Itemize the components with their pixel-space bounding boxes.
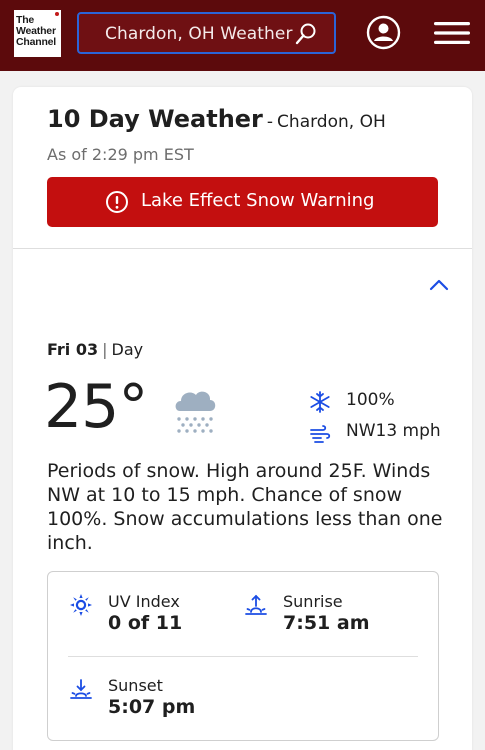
precip-chance-value: 100% — [346, 390, 395, 410]
day-date: Fri 03 — [47, 340, 99, 359]
wind-value: NW13 mph — [346, 421, 441, 441]
section-divider — [13, 248, 472, 249]
details-panel: UV Index 0 of 11 Sunrise 7:51 am Sunset … — [47, 571, 439, 741]
weather-channel-logo[interactable]: The Weather Channel — [13, 9, 62, 58]
sunset-icon — [70, 679, 92, 699]
day-period: Day — [111, 340, 144, 359]
uv-index-value: 0 of 11 — [108, 612, 183, 634]
top-nav-bar: The Weather Channel Chardon, OH Weather — [0, 0, 485, 71]
uv-sun-icon — [70, 594, 92, 616]
alert-label: Lake Effect Snow Warning — [141, 190, 375, 211]
ten-day-card: 10 Day Weather - Chardon, OH As of 2:29 pm… — [13, 87, 472, 750]
chevron-up-icon[interactable] — [428, 277, 450, 293]
page-location: Chardon, OH — [277, 112, 386, 132]
search-text: Chardon, OH Weather — [105, 24, 293, 44]
precip-chance: 100% — [309, 389, 459, 413]
sunrise-icon — [245, 594, 267, 615]
snow-cloud-icon — [175, 391, 216, 433]
hamburger-menu-icon[interactable] — [433, 20, 471, 46]
details-divider — [68, 656, 418, 657]
day-description: Periods of snow. High around 25F. Winds … — [47, 460, 443, 554]
search-icon[interactable] — [294, 22, 318, 46]
sunset-value: 5:07 pm — [108, 696, 196, 718]
page-title: 10 Day Weather - Chardon, OH — [47, 105, 386, 133]
logo-text: The Weather Channel — [16, 14, 57, 48]
sunrise-value: 7:51 am — [283, 612, 370, 634]
sunset-label: Sunset — [108, 676, 163, 695]
account-icon[interactable] — [366, 15, 401, 50]
alert-banner-button[interactable]: Lake Effect Snow Warning — [47, 177, 438, 227]
page-title-text: 10 Day Weather — [47, 105, 263, 133]
search-input[interactable]: Chardon, OH Weather — [77, 12, 336, 54]
sunrise-label: Sunrise — [283, 592, 343, 611]
temperature: 25° — [44, 372, 148, 442]
wind: NW13 mph — [309, 420, 459, 444]
alert-circle-icon — [106, 191, 128, 213]
as-of-timestamp: As of 2:29 pm EST — [47, 145, 194, 164]
day-header: Fri 03 | Day — [47, 340, 143, 359]
title-separator: - — [266, 112, 274, 132]
snowflake-icon — [310, 391, 330, 413]
wind-icon — [310, 425, 331, 443]
uv-index-label: UV Index — [108, 592, 180, 611]
day-separator: | — [102, 340, 108, 359]
